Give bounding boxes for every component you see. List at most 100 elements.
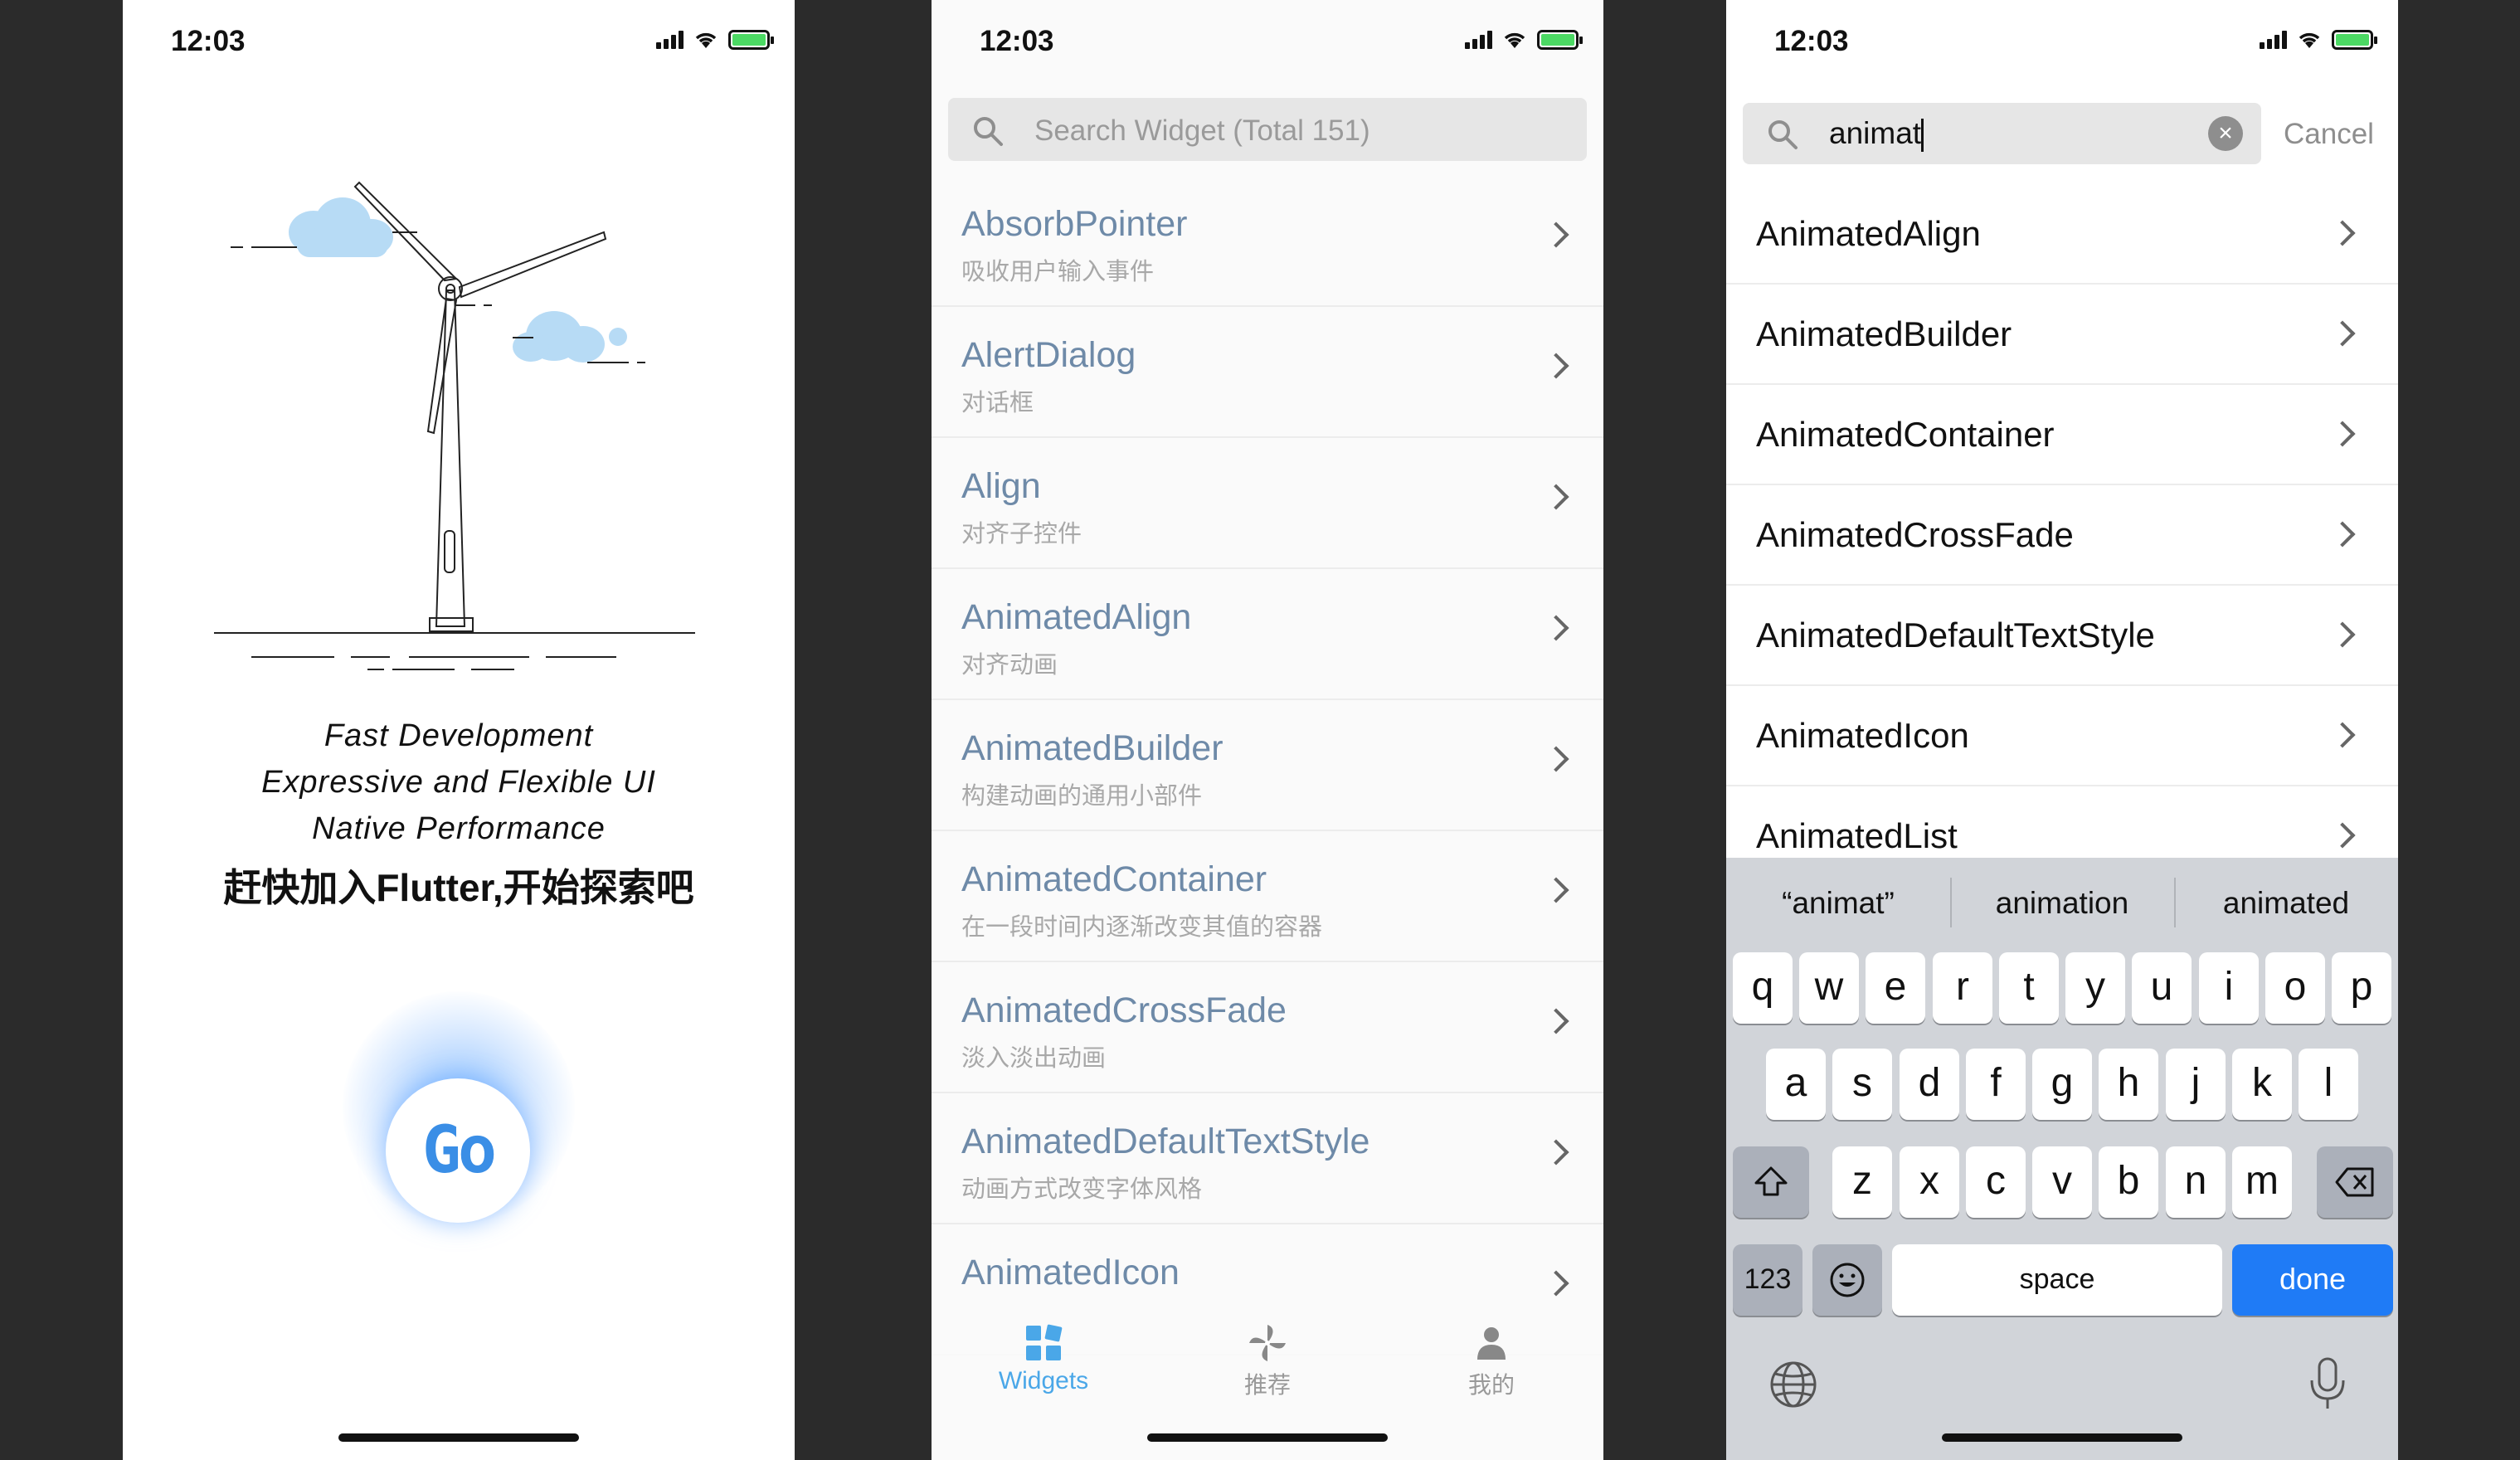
item-title: AlertDialog: [961, 335, 1136, 375]
key-a[interactable]: a: [1766, 1049, 1826, 1120]
item-title: AnimatedBuilder: [1756, 314, 2012, 353]
list-item[interactable]: AnimatedContainer: [1726, 385, 2398, 485]
list-item[interactable]: AnimatedDefaultTextStyle: [1726, 586, 2398, 686]
item-subtitle: 吸收用户输入事件: [961, 259, 1155, 285]
key-z[interactable]: z: [1832, 1146, 1892, 1218]
slogan-expressive-ui: Expressive and Flexible UI: [261, 765, 656, 800]
list-item[interactable]: AbsorbPointer 吸收用户输入事件: [932, 176, 1603, 307]
done-key[interactable]: done: [2232, 1244, 2393, 1316]
status-time: 12:03: [171, 25, 246, 57]
chevron-right-icon: [1543, 877, 1569, 903]
key-c[interactable]: c: [1966, 1146, 2026, 1218]
key-f[interactable]: f: [1966, 1049, 2026, 1120]
signal-icon: [1465, 31, 1492, 49]
item-title: AnimatedContainer: [961, 859, 1267, 899]
list-item[interactable]: AnimatedCrossFade 淡入淡出动画: [932, 962, 1603, 1093]
key-x[interactable]: x: [1900, 1146, 1959, 1218]
chevron-right-icon: [2329, 822, 2356, 849]
key-y[interactable]: y: [2065, 952, 2125, 1024]
item-title: Align: [961, 466, 1041, 506]
key-n[interactable]: n: [2166, 1146, 2226, 1218]
go-button[interactable]: Go: [386, 1078, 530, 1223]
list-item[interactable]: AnimatedDefaultTextStyle 动画方式改变字体风格: [932, 1093, 1603, 1224]
key-o[interactable]: o: [2265, 952, 2325, 1024]
backspace-key[interactable]: [2317, 1146, 2393, 1218]
battery-icon: [1537, 30, 1583, 50]
suggestion-item[interactable]: animated: [2174, 858, 2398, 951]
globe-icon[interactable]: [1768, 1359, 1819, 1410]
item-title: AnimatedIcon: [1756, 716, 1969, 755]
list-item[interactable]: AnimatedAlign: [1726, 184, 2398, 285]
microphone-icon[interactable]: [2307, 1355, 2348, 1414]
list-item[interactable]: AlertDialog 对话框: [932, 307, 1603, 438]
search-input[interactable]: animat ×: [1743, 103, 2261, 164]
item-title: AnimatedAlign: [1756, 214, 1981, 253]
key-h[interactable]: h: [2099, 1049, 2158, 1120]
key-t[interactable]: t: [1999, 952, 2059, 1024]
item-subtitle: 对齐子控件: [961, 521, 1082, 548]
item-title: AnimatedAlign: [961, 597, 1192, 637]
battery-icon: [2332, 30, 2377, 50]
key-q[interactable]: q: [1733, 952, 1793, 1024]
key-u[interactable]: u: [2132, 952, 2192, 1024]
status-time: 12:03: [980, 25, 1054, 57]
key-j[interactable]: j: [2166, 1049, 2226, 1120]
status-bar: 12:03: [932, 0, 1603, 83]
suggestion-item[interactable]: “animat”: [1726, 858, 1950, 951]
clear-icon[interactable]: ×: [2208, 116, 2243, 151]
key-m[interactable]: m: [2232, 1146, 2292, 1218]
key-g[interactable]: g: [2032, 1049, 2092, 1120]
widgets-list-screen: 12:03 Search Widget (Total 151) AbsorbPo…: [932, 0, 1603, 1460]
list-item[interactable]: AnimatedBuilder: [1726, 285, 2398, 385]
item-title: AnimatedDefaultTextStyle: [961, 1122, 1370, 1161]
list-item[interactable]: AnimatedBuilder 构建动画的通用小部件: [932, 700, 1603, 831]
numbers-key[interactable]: 123: [1733, 1244, 1802, 1316]
key-r[interactable]: r: [1933, 952, 1992, 1024]
key-l[interactable]: l: [2299, 1049, 2358, 1120]
key-e[interactable]: e: [1866, 952, 1925, 1024]
key-d[interactable]: d: [1900, 1049, 1959, 1120]
search-widget-field[interactable]: Search Widget (Total 151): [948, 98, 1587, 161]
status-bar: 12:03: [1726, 0, 2398, 83]
emoji-icon: [1830, 1263, 1865, 1297]
tab-widgets[interactable]: Widgets: [932, 1311, 1155, 1402]
suggestion-item[interactable]: animation: [1950, 858, 2174, 951]
key-s[interactable]: s: [1832, 1049, 1892, 1120]
home-indicator: [1147, 1433, 1388, 1442]
status-bar: 12:03: [123, 0, 795, 83]
list-item[interactable]: AnimatedAlign 对齐动画: [932, 569, 1603, 700]
key-k[interactable]: k: [2232, 1049, 2292, 1120]
list-item[interactable]: Align 对齐子控件: [932, 438, 1603, 569]
list-item[interactable]: AnimatedContainer 在一段时间内逐渐改变其值的容器: [932, 831, 1603, 962]
tab-mine[interactable]: 我的: [1379, 1311, 1603, 1402]
cancel-button[interactable]: Cancel: [2284, 118, 2374, 151]
home-indicator: [338, 1433, 579, 1442]
slogan-fast-development: Fast Development: [324, 718, 594, 753]
chevron-right-icon: [1543, 1139, 1569, 1166]
key-w[interactable]: w: [1799, 952, 1859, 1024]
item-subtitle: 动画方式改变字体风格: [961, 1176, 1203, 1203]
pinwheel-icon: [1249, 1325, 1286, 1361]
tab-recommend[interactable]: 推荐: [1155, 1311, 1379, 1402]
home-indicator: [1942, 1433, 2182, 1442]
tab-label: 我的: [1467, 1372, 1515, 1398]
key-p[interactable]: p: [2332, 952, 2391, 1024]
key-b[interactable]: b: [2099, 1146, 2158, 1218]
key-v[interactable]: v: [2032, 1146, 2092, 1218]
item-subtitle: 对齐动画: [961, 652, 1058, 679]
search-results-list: AnimatedAlign AnimatedBuilder AnimatedCo…: [1726, 184, 2398, 887]
wind-turbine-illustration: [214, 181, 695, 670]
list-item[interactable]: AnimatedIcon: [1726, 686, 2398, 786]
key-i[interactable]: i: [2199, 952, 2259, 1024]
space-key[interactable]: space: [1892, 1244, 2222, 1316]
splash-screen: 12:03 Fast Development Expressive and Fl…: [123, 0, 795, 1460]
list-item[interactable]: AnimatedCrossFade: [1726, 485, 2398, 586]
chevron-right-icon: [1543, 615, 1569, 641]
search-results-screen: 12:03 animat × Cancel AnimatedAlign Anim…: [1726, 0, 2398, 1460]
person-icon: [1477, 1327, 1506, 1360]
shift-key[interactable]: [1733, 1146, 1809, 1218]
item-subtitle: 淡入淡出动画: [961, 1045, 1107, 1072]
item-title: AnimatedIcon: [961, 1253, 1180, 1292]
search-icon: [974, 117, 1003, 146]
emoji-key[interactable]: [1812, 1244, 1882, 1316]
